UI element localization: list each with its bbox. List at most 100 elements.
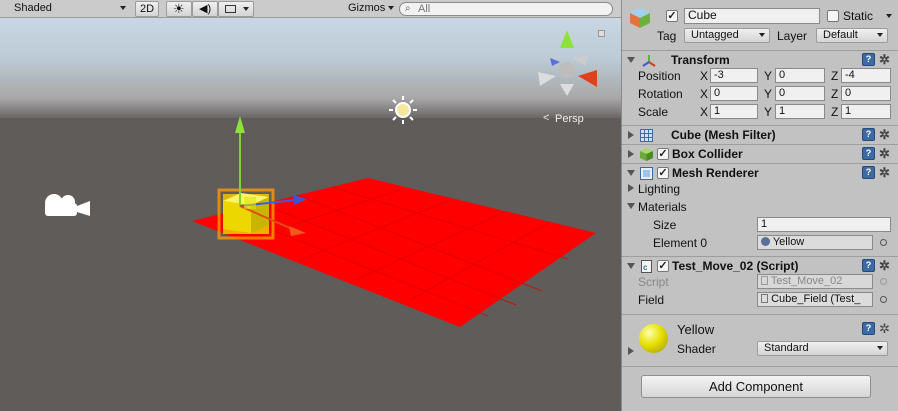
mesh-renderer-enabled-checkbox[interactable]: ✓ [657,167,669,179]
gear-icon[interactable]: ✲ [879,166,890,179]
effects-dropdown[interactable] [218,1,254,17]
box-collider-enabled-checkbox[interactable]: ✓ [657,148,669,160]
gizmos-dropdown[interactable]: Gizmos [342,1,398,17]
material-name: Yellow [677,322,715,337]
axis-x-label[interactable]: X [700,105,708,119]
scale-x-field[interactable]: 1 [710,104,758,119]
mesh-renderer-icon [640,167,653,180]
inspector-divider [622,366,898,367]
help-icon[interactable]: ? [862,128,875,141]
static-checkbox[interactable] [827,10,839,22]
mesh-filter-title: Cube (Mesh Filter) [671,128,776,142]
help-icon[interactable]: ? [862,166,875,179]
layer-dropdown[interactable]: Default [816,28,888,43]
materials-foldout[interactable]: Materials [622,198,898,216]
help-icon[interactable]: ? [862,322,875,335]
scene-view[interactable]: Persp < Shaded 2D ☀ ◀) Gizmos ⌕ All [0,0,621,411]
size-label: Size [653,218,677,232]
projection-label[interactable]: Persp [555,113,584,125]
script-enabled-checkbox[interactable]: ✓ [657,260,669,272]
gear-icon[interactable]: ✲ [879,53,890,66]
script-label: Script [638,275,669,289]
axis-x-label[interactable]: X [700,69,708,83]
help-icon[interactable]: ? [862,53,875,66]
help-icon[interactable]: ? [862,259,875,272]
rotation-y-field[interactable]: 0 [775,86,825,101]
gizmos-label: Gizmos [348,2,386,14]
rotation-row: Rotation X 0 Y 0 Z 0 [622,85,898,103]
shading-mode-dropdown[interactable]: Shaded [8,1,130,17]
chevron-down-icon[interactable] [886,14,892,18]
position-x-field[interactable]: -3 [710,68,758,83]
scale-z-field[interactable]: 1 [841,104,891,119]
element0-field[interactable]: Yellow [757,235,873,250]
scene-geometry[interactable] [0,0,621,411]
object-picker-icon [880,278,887,285]
foldout-arrow-icon [627,263,635,269]
field-reference-field[interactable]: Cube_Field (Test_ [757,292,873,307]
add-component-button[interactable]: Add Component [641,375,871,398]
position-y-field[interactable]: 0 [775,68,825,83]
field-value: Cube_Field (Test_ [771,293,861,305]
transform-icon [642,55,656,67]
mesh-filter-header[interactable]: Cube (Mesh Filter) ? ✲ [622,125,898,144]
help-icon[interactable]: ? [862,147,875,160]
gear-icon[interactable]: ✲ [879,128,890,141]
chevron-down-icon [759,33,765,37]
position-z-field[interactable]: -4 [841,68,891,83]
axis-y-label[interactable]: Y [764,69,772,83]
lighting-toggle-button[interactable]: ☀ [166,1,192,17]
active-checkbox[interactable]: ✓ [666,10,678,22]
axis-z-label[interactable]: Z [831,87,838,101]
object-name-field[interactable]: Cube [684,8,820,24]
static-label: Static [843,9,874,23]
field-row: Field Cube_Field (Test_ [622,291,898,309]
rotation-label: Rotation [638,87,683,101]
scene-search-input[interactable]: ⌕ All [399,2,613,16]
shader-dropdown[interactable]: Standard [757,341,888,356]
script-icon: c [641,260,652,273]
shader-value: Standard [764,342,809,354]
rotation-x-field[interactable]: 0 [710,86,758,101]
audio-toggle-button[interactable]: ◀) [192,1,218,17]
gear-icon[interactable]: ✲ [879,259,890,272]
materials-size-field[interactable]: 1 [757,217,891,232]
rotation-z-field[interactable]: 0 [841,86,891,101]
camera-gizmo-icon [45,194,90,216]
axis-z-label[interactable]: Z [831,105,838,119]
material-sphere-icon [761,237,770,246]
scale-y-field[interactable]: 1 [775,104,825,119]
foldout-arrow-icon [627,170,635,176]
position-row: Position X -3 Y 0 Z -4 [622,67,898,85]
axis-z-label[interactable]: Z [831,69,838,83]
gizmo-lock-icon[interactable] [598,30,605,37]
object-picker-icon[interactable] [880,296,887,303]
axis-y-label[interactable]: Y [764,105,772,119]
layer-label: Layer [777,29,808,43]
foldout-arrow-icon [627,57,635,63]
gear-icon[interactable]: ✲ [879,147,890,160]
script-title: Test_Move_02 (Script) [672,259,799,273]
chevron-down-icon [120,6,126,10]
shader-label: Shader [677,342,716,356]
light-gizmo-icon [389,96,417,124]
chevron-down-icon [877,346,883,350]
object-picker-icon[interactable] [880,239,887,246]
projection-chevron-icon: < [543,112,550,124]
material-element0-row: Element 0 Yellow [622,234,898,252]
scene-toolbar: Shaded 2D ☀ ◀) Gizmos ⌕ All [0,0,621,18]
axis-x-label[interactable]: X [700,87,708,101]
lighting-foldout[interactable]: Lighting [622,180,898,198]
axis-y-label[interactable]: Y [764,87,772,101]
2d-toggle-button[interactable]: 2D [135,1,159,17]
tag-dropdown[interactable]: Untagged [684,28,770,43]
box-collider-header[interactable]: ✓ Box Collider ? ✲ [622,144,898,163]
position-label: Position [638,69,681,83]
svg-text:c: c [643,263,648,272]
materials-label: Materials [638,200,687,214]
foldout-arrow-icon[interactable] [628,347,634,355]
script-file-icon [761,276,768,285]
gear-icon[interactable]: ✲ [879,322,890,335]
search-icon: ⌕ [405,3,411,14]
foldout-arrow-icon [628,131,634,139]
